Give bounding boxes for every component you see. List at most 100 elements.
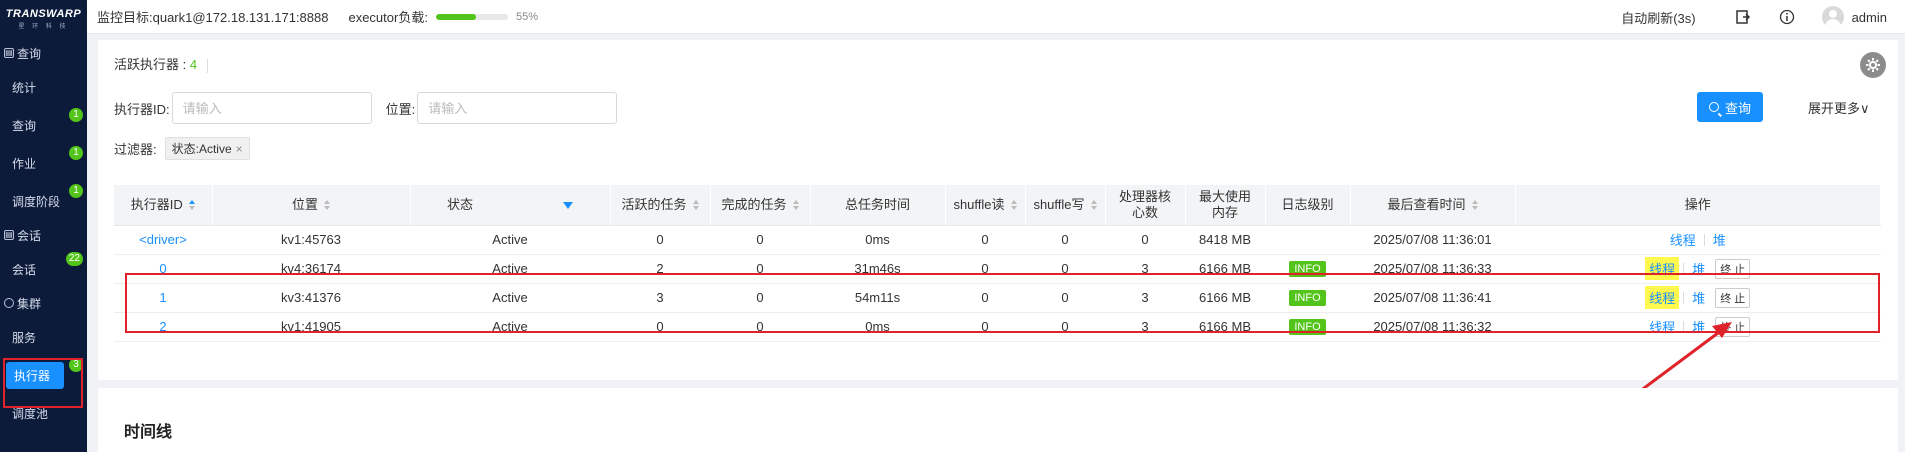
column-label: 最大使用内存 [1199, 188, 1252, 220]
cell-cores: 3 [1105, 283, 1185, 313]
cell-log-level [1265, 225, 1350, 255]
query-button[interactable]: 查询 [1697, 92, 1763, 122]
sort-icon[interactable] [1010, 200, 1017, 211]
executor-id-link[interactable]: 2 [159, 319, 166, 334]
cell-status: Active [410, 225, 610, 255]
executor-id-link[interactable]: 1 [159, 290, 166, 305]
stop-button[interactable]: 终 止 [1715, 258, 1751, 279]
sidebar-item-query[interactable]: 查询 1 [0, 106, 87, 144]
sidebar-item-label: 查询 [12, 118, 37, 133]
expand-more-toggle[interactable]: 展开更多∨ [1808, 98, 1870, 117]
sidebar-item-services[interactable]: 服务 [0, 318, 87, 356]
column-label: 活跃的任务 [621, 196, 687, 212]
sort-icon[interactable] [1090, 200, 1097, 211]
export-icon[interactable] [1734, 8, 1752, 26]
thread-dump-link[interactable]: 线程 [1666, 230, 1700, 249]
sidebar-item-stats[interactable]: 统计 [0, 68, 87, 106]
cell-total-time: 31m46s [810, 254, 945, 284]
cell-last-seen: 2025/07/08 11:36:32 [1350, 312, 1515, 342]
cell-location: kv3:41376 [212, 283, 410, 313]
username[interactable]: admin [1852, 10, 1887, 25]
column-header-executor-id[interactable]: 执行器ID [114, 185, 213, 226]
column-header-shuffle-read[interactable]: shuffle读 [945, 185, 1026, 226]
filter-funnel-icon[interactable] [563, 201, 573, 209]
info-icon[interactable] [1778, 8, 1796, 26]
heap-dump-link[interactable]: 堆 [1688, 317, 1709, 336]
column-label: 处理器核心数 [1119, 188, 1172, 220]
column-header-status[interactable]: 状态 [410, 185, 611, 226]
nav-section-cluster[interactable]: 集群 [0, 288, 87, 318]
log-level-badge[interactable]: INFO [1289, 319, 1326, 335]
sidebar: TRANSWARP 星 环 科 技 ▤ 查询 统计 查询 1 作业 1 调度阶段… [0, 0, 87, 452]
executor-id-link[interactable]: <driver> [139, 232, 187, 247]
filter-label: 过滤器: [114, 142, 157, 157]
settings-gear-icon[interactable] [1860, 52, 1886, 78]
nav-section-label: 查询 [17, 46, 42, 61]
cell-active-tasks: 3 [610, 283, 710, 313]
cell-cores: 3 [1105, 312, 1185, 342]
globe-icon [4, 298, 14, 308]
table-row: 0 kv4:36174 Active 2 0 31m46s 0 0 3 6166… [114, 254, 1881, 284]
column-header-last-seen[interactable]: 最后查看时间 [1350, 185, 1516, 226]
cell-location: kv4:36174 [212, 254, 410, 284]
brand-logo: TRANSWARP 星 环 科 技 [0, 0, 87, 38]
cell-active-tasks: 2 [610, 254, 710, 284]
cell-cores: 0 [1105, 225, 1185, 255]
column-header-cores: 处理器核心数 [1105, 185, 1186, 226]
sort-icon[interactable] [692, 200, 699, 211]
top-header: 监控目标:quark1@172.18.131.171:8888 executor… [87, 0, 1905, 34]
active-filters: 过滤器: 状态:Active × [114, 137, 250, 160]
table-row: 2 kv1:41905 Active 0 0 0ms 0 0 3 6166 MB… [114, 312, 1881, 342]
count-badge: 22 [65, 252, 83, 266]
cell-max-memory: 6166 MB [1185, 254, 1265, 284]
heap-dump-link[interactable]: 堆 [1688, 259, 1709, 278]
sort-icon[interactable] [188, 200, 195, 211]
nav-section-label: 集群 [17, 296, 42, 311]
thread-dump-link[interactable]: 线程 [1645, 317, 1679, 336]
active-executors-count: 4 [189, 57, 198, 72]
heap-dump-link[interactable]: 堆 [1688, 288, 1709, 307]
column-label: shuffle读 [953, 196, 1005, 212]
nav-section-query[interactable]: ▤ 查询 [0, 38, 87, 68]
log-level-badge[interactable]: INFO [1289, 290, 1326, 306]
location-input[interactable] [417, 92, 618, 124]
cell-completed-tasks: 0 [710, 283, 810, 313]
thread-dump-link[interactable]: 线程 [1645, 257, 1680, 280]
column-header-log-level: 日志级别 [1265, 185, 1351, 226]
executor-load-label: executor负载: [348, 10, 428, 25]
column-label: shuffle写 [1033, 196, 1085, 212]
cell-active-tasks: 0 [610, 312, 710, 342]
sort-icon[interactable] [792, 200, 799, 211]
query-section-icon: ▤ [4, 48, 14, 58]
column-header-total-task-time: 总任务时间 [810, 185, 946, 226]
column-header-active-tasks[interactable]: 活跃的任务 [610, 185, 711, 226]
sidebar-item-stages[interactable]: 调度阶段 1 [0, 182, 87, 220]
auto-refresh-toggle[interactable]: 自动刷新(3s) [1621, 8, 1695, 27]
executor-id-input[interactable] [171, 92, 372, 124]
column-header-completed-tasks[interactable]: 完成的任务 [710, 185, 811, 226]
stop-button[interactable]: 终 止 [1715, 316, 1751, 337]
sidebar-item-label: 调度阶段 [12, 194, 61, 209]
sort-icon[interactable] [1471, 200, 1478, 211]
count-badge: 1 [69, 108, 83, 122]
sidebar-item-sessions[interactable]: 会话 22 [0, 250, 87, 288]
cell-shuffle-write: 0 [1025, 283, 1105, 313]
thread-dump-link[interactable]: 线程 [1645, 286, 1680, 309]
column-header-location[interactable]: 位置 [212, 185, 411, 226]
close-icon[interactable]: × [236, 142, 243, 156]
filter-tag[interactable]: 状态:Active × [164, 137, 250, 160]
stop-button[interactable]: 终 止 [1715, 287, 1751, 308]
sort-icon[interactable] [324, 200, 330, 211]
location-label: 位置: [385, 101, 416, 117]
nav-section-session[interactable]: ▤ 会话 [0, 220, 87, 250]
table-row: 1 kv3:41376 Active 3 0 54m11s 0 0 3 6166… [114, 283, 1881, 313]
heap-dump-link[interactable]: 堆 [1709, 230, 1730, 249]
log-level-badge[interactable]: INFO [1289, 261, 1326, 277]
sidebar-item-jobs[interactable]: 作业 1 [0, 144, 87, 182]
count-badge: 1 [69, 146, 83, 160]
column-header-shuffle-write[interactable]: shuffle写 [1025, 185, 1106, 226]
query-button-label: 查询 [1724, 100, 1751, 116]
executor-id-link[interactable]: 0 [159, 261, 166, 276]
cell-active-tasks: 0 [610, 225, 710, 255]
avatar[interactable] [1821, 6, 1844, 28]
